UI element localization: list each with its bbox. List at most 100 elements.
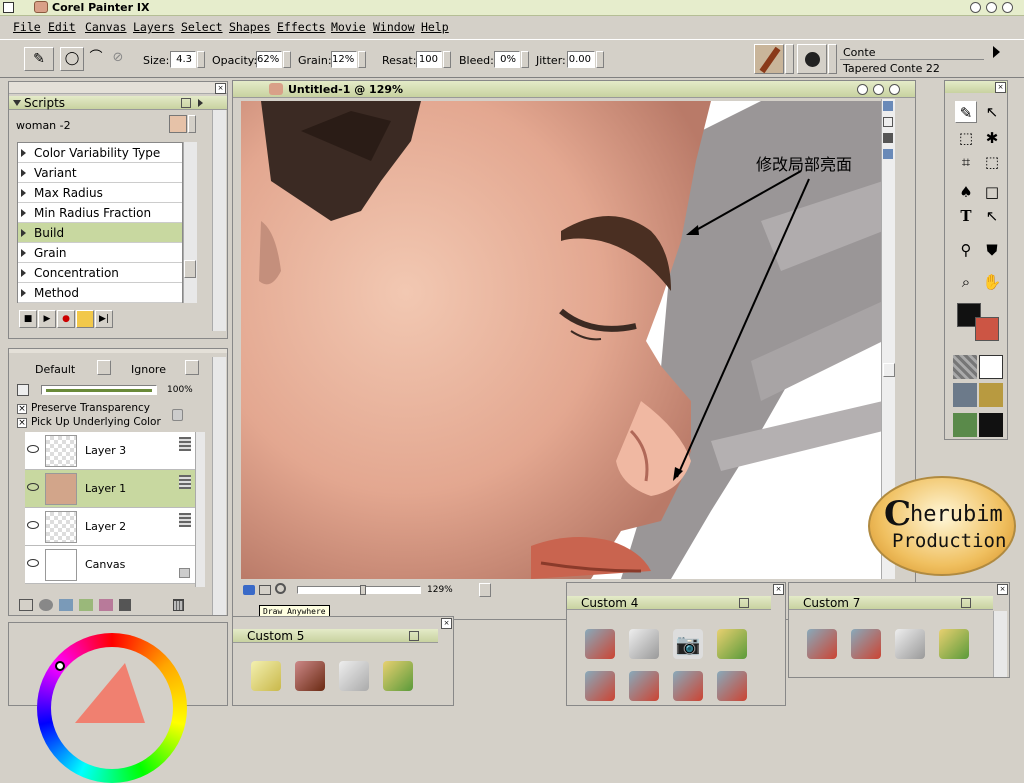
scripts-header[interactable]: Scripts [9, 96, 227, 110]
layer-adjuster-icon[interactable]: ↖ [981, 101, 1003, 123]
menu-canvas[interactable]: Canvas [85, 20, 127, 34]
brush-icon[interactable]: ✎ [955, 101, 977, 123]
crop-icon[interactable]: ⌗ [955, 151, 977, 173]
layer-row[interactable]: Layer 2 [25, 508, 195, 546]
text-icon[interactable]: T [955, 205, 977, 227]
camera-icon[interactable]: 📷 [673, 629, 703, 659]
eye-icon[interactable] [27, 445, 39, 453]
custom-4-header[interactable]: Custom 4 [567, 596, 771, 610]
composite-dropdown[interactable] [97, 360, 111, 375]
script-dropdown[interactable] [188, 115, 196, 133]
layer-list-scrollbar[interactable] [195, 432, 205, 587]
stop-icon[interactable]: ■ [19, 310, 37, 328]
custom-5-header[interactable]: Custom 5 [233, 629, 438, 643]
layer-row[interactable]: Layer 3 [25, 432, 195, 470]
nozzle-selector-icon[interactable] [979, 383, 1003, 407]
rect-shape-icon[interactable]: □ [981, 181, 1003, 203]
acrylic-icon[interactable] [717, 671, 747, 701]
layer-opacity-value[interactable]: 100% [167, 385, 193, 395]
doc-close-icon[interactable] [889, 84, 900, 95]
size-field[interactable]: 4.3 [170, 51, 196, 68]
pattern-selector-icon[interactable] [953, 383, 977, 407]
maximize-icon[interactable] [986, 2, 997, 13]
collapse-arrow-icon[interactable] [13, 100, 21, 106]
panel-close-icon[interactable]: × [215, 83, 226, 94]
eye-icon[interactable] [27, 559, 39, 567]
lock-icon[interactable] [179, 568, 190, 578]
layer-mask-icon[interactable] [79, 599, 93, 611]
zoom-slider[interactable] [297, 585, 421, 595]
record-icon[interactable]: ● [57, 310, 75, 328]
toolbox-close-icon[interactable]: × [995, 82, 1006, 93]
blender-icon[interactable] [851, 629, 881, 659]
hand-icon[interactable]: ✋ [981, 271, 1003, 293]
list-item[interactable]: Color Variability Type [18, 143, 182, 163]
minimize-icon[interactable] [970, 2, 981, 13]
depth-dropdown[interactable] [185, 360, 199, 375]
palette-knife-icon[interactable] [585, 671, 615, 701]
canvas-hscroll-left[interactable] [479, 583, 491, 597]
pen-icon[interactable]: ♠ [955, 181, 977, 203]
chalk-brush-icon[interactable] [251, 661, 281, 691]
brush-category-icon[interactable] [754, 44, 784, 74]
pause-icon[interactable] [76, 310, 94, 328]
bleed-field[interactable]: 0% [494, 51, 520, 68]
resat-spinner[interactable] [443, 51, 451, 68]
canvas-artwork[interactable]: 修改局部亮面 [241, 101, 883, 579]
new-layer-icon[interactable] [59, 599, 73, 611]
play-icon[interactable]: ▶ [38, 310, 56, 328]
menu-help[interactable]: Help [421, 20, 449, 34]
additional-color-swatch[interactable] [975, 317, 999, 341]
stroke-straight-icon[interactable]: ⌒ [86, 47, 106, 71]
menu-select[interactable]: Select [181, 20, 223, 34]
document-titlebar[interactable]: Untitled-1 @ 129% [233, 81, 915, 98]
palette-close-box-icon[interactable] [961, 598, 971, 608]
weave-selector-icon[interactable] [979, 413, 1003, 437]
reset-tool-icon[interactable]: ⊘ [108, 47, 128, 71]
brush-category-dropdown[interactable] [785, 44, 794, 74]
canvas-scroll-thumb[interactable] [883, 363, 895, 377]
grain-spinner[interactable] [358, 51, 366, 68]
menu-layers[interactable]: Layers [133, 20, 175, 34]
layer-row[interactable]: Canvas [25, 546, 195, 584]
pen-brush-icon[interactable] [629, 629, 659, 659]
step-icon[interactable]: ▶| [95, 310, 113, 328]
composite-method[interactable]: Default [35, 363, 75, 376]
dynamic-plugin-icon[interactable] [39, 599, 53, 611]
eye-icon[interactable] [27, 483, 39, 491]
list-item[interactable]: Variant [18, 163, 182, 183]
palette-close-icon[interactable]: × [773, 584, 784, 595]
eye-icon[interactable] [27, 521, 39, 529]
brush-variant-name[interactable]: Tapered Conte 22 [843, 62, 940, 75]
list-item[interactable]: Concentration [18, 263, 182, 283]
stroke-freehand-icon[interactable]: ◯ [60, 47, 84, 71]
draw-anywhere-icon[interactable] [243, 585, 255, 595]
rect-select-icon[interactable]: ⬚ [955, 127, 977, 149]
opacity-field[interactable]: 62% [256, 51, 282, 68]
rotate-icon[interactable] [259, 585, 271, 595]
magnifier-icon[interactable] [275, 583, 286, 594]
navigator-icon[interactable] [883, 101, 893, 111]
perspective-icon[interactable] [883, 149, 893, 159]
scripts-panel-scrollbar[interactable] [212, 110, 226, 331]
brush-selector-arrow-icon[interactable] [993, 46, 1000, 58]
layer-commands-icon[interactable] [19, 599, 33, 611]
jitter-spinner[interactable] [596, 51, 604, 68]
trash-icon[interactable] [173, 599, 184, 611]
palette-close-icon[interactable]: × [441, 618, 452, 629]
gradient-selector-icon[interactable] [979, 355, 1003, 379]
script-list-scrollbar[interactable] [183, 142, 197, 303]
transform-icon[interactable]: ⬚ [981, 151, 1003, 173]
system-menu-icon[interactable] [3, 2, 14, 13]
menu-shapes[interactable]: Shapes [229, 20, 271, 34]
magic-wand-icon[interactable]: ✱ [981, 127, 1003, 149]
pencil-brush-icon[interactable] [339, 661, 369, 691]
hue-selector[interactable] [55, 661, 65, 671]
oil-brush-icon[interactable] [717, 629, 747, 659]
create-mask-icon[interactable] [99, 599, 113, 611]
menu-effects[interactable]: Effects [277, 20, 325, 34]
bleed-spinner[interactable] [521, 51, 529, 68]
airbrush-icon[interactable] [585, 629, 615, 659]
doc-minimize-icon[interactable] [857, 84, 868, 95]
oil-brush-icon[interactable] [383, 661, 413, 691]
